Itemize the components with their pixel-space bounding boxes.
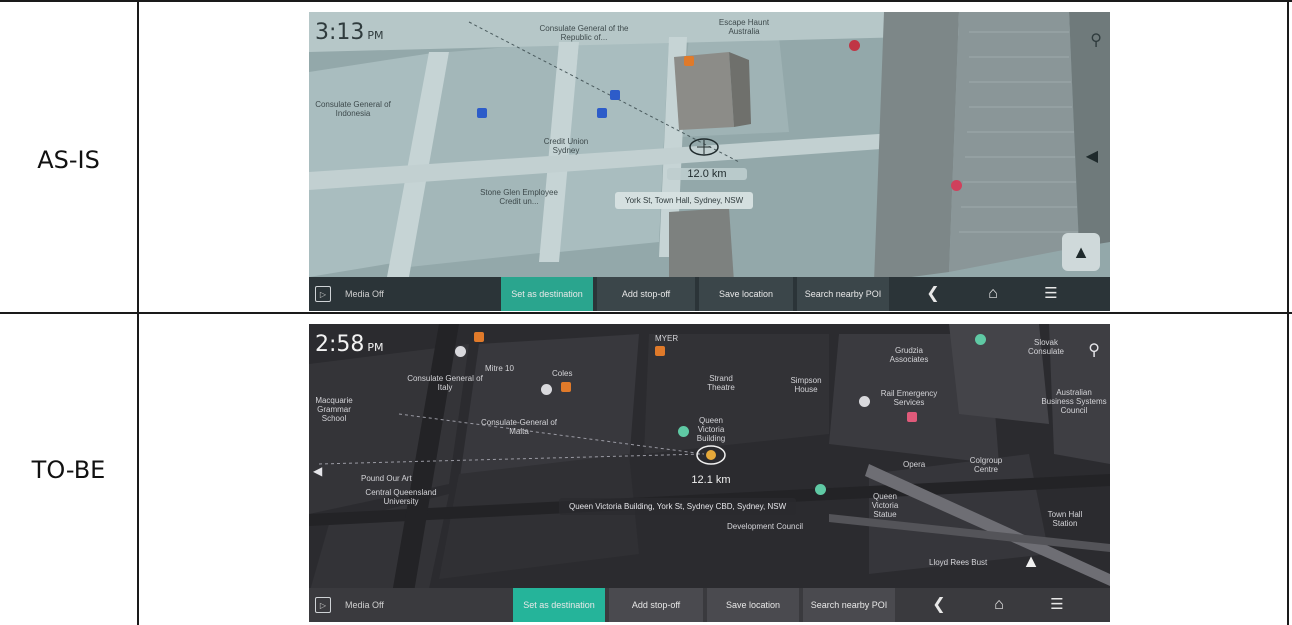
poi-label[interactable]: Pound Our Art <box>361 474 412 483</box>
poi-marker-icon[interactable] <box>655 346 665 356</box>
poi-marker-icon[interactable] <box>684 56 694 66</box>
set-destination-button[interactable]: Set as destination <box>513 588 605 622</box>
navigation-arrow-icon[interactable]: ▲ <box>1012 542 1050 580</box>
add-stop-off-button[interactable]: Add stop-off <box>597 277 695 311</box>
poi-label[interactable]: Lloyd Rees Bust <box>929 558 987 567</box>
media-control[interactable]: ▷ Media Off <box>309 597 513 613</box>
play-box-icon[interactable]: ▷ <box>315 597 331 613</box>
to-be-address-label[interactable]: Queen Victoria Building, York St, Sydney… <box>559 498 797 515</box>
poi-label[interactable]: Rail Emergency Services <box>869 389 949 407</box>
as-is-clock-time: 3:13 <box>315 20 365 45</box>
poi-marker-icon[interactable] <box>474 332 484 342</box>
poi-label[interactable]: Consulate-General of Malta <box>479 418 559 436</box>
search-icon[interactable]: ⚲ <box>1088 340 1100 360</box>
add-stop-off-button[interactable]: Add stop-off <box>609 588 703 622</box>
poi-marker-icon[interactable] <box>849 40 860 51</box>
home-icon[interactable]: ⌂ <box>963 277 1023 311</box>
poi-marker-icon[interactable] <box>561 382 571 392</box>
chevron-left-icon[interactable]: ❮ <box>909 588 969 622</box>
hamburger-menu-icon[interactable]: ☰ <box>1023 277 1079 311</box>
poi-label[interactable]: Consulate General of Indonesia <box>313 100 393 118</box>
parking-icon[interactable] <box>610 90 620 100</box>
to-be-clock-ampm: PM <box>367 341 384 354</box>
search-nearby-poi-button[interactable]: Search nearby POI <box>803 588 895 622</box>
media-label: Media Off <box>345 289 384 299</box>
as-is-address-pill[interactable]: York St, Town Hall, Sydney, NSW <box>615 192 754 209</box>
home-icon[interactable]: ⌂ <box>969 588 1029 622</box>
poi-marker-icon[interactable] <box>678 426 689 437</box>
poi-label[interactable]: Development Council <box>727 522 803 531</box>
poi-label[interactable]: MYER <box>655 334 678 343</box>
to-be-clock-time: 2:58 <box>315 332 365 357</box>
row-label-as-is: AS-IS <box>37 146 100 174</box>
poi-label[interactable]: Town Hall Station <box>1045 510 1085 528</box>
poi-label[interactable]: Stone Glen Employee Credit un... <box>469 188 569 206</box>
as-is-navigation-screen: 3:13 PM Consulate General of the Republic… <box>309 12 1110 311</box>
poi-label[interactable]: Simpson House <box>781 376 831 394</box>
search-nearby-poi-button[interactable]: Search nearby POI <box>797 277 889 311</box>
as-is-clock-ampm: PM <box>367 29 384 42</box>
navigation-arrow-icon[interactable]: ▲ <box>1062 233 1100 271</box>
parking-icon[interactable] <box>597 108 607 118</box>
table-border-top <box>0 0 1292 2</box>
play-box-icon[interactable]: ▷ <box>315 286 331 302</box>
poi-label[interactable]: Queen Victoria Building <box>689 416 733 443</box>
table-row-divider <box>0 312 1292 314</box>
poi-label[interactable]: Escape Haunt Australia <box>704 18 784 36</box>
to-be-bottom-bar: ▷ Media Off Set as destination Add stop-… <box>309 588 1110 622</box>
as-is-clock: 3:13 PM <box>315 20 384 45</box>
to-be-distance-label: 12.1 km <box>691 474 731 486</box>
media-label: Media Off <box>345 600 384 610</box>
poi-label[interactable]: Consulate General of Italy <box>405 374 485 392</box>
poi-label[interactable]: Grudzia Associates <box>879 346 939 364</box>
poi-label[interactable]: Queen Victoria Statue <box>865 492 905 519</box>
parking-icon[interactable] <box>477 108 487 118</box>
poi-label[interactable]: Australian Business Systems Council <box>1041 388 1107 415</box>
poi-marker-icon[interactable] <box>541 384 552 395</box>
poi-marker-icon[interactable] <box>455 346 466 357</box>
poi-label[interactable]: Mitre 10 <box>485 364 514 373</box>
poi-label[interactable]: Coles <box>552 369 572 378</box>
as-is-bottom-bar: ▷ Media Off Set as destination Add stop-… <box>309 277 1110 311</box>
row-label-to-be: TO-BE <box>31 456 106 484</box>
save-location-button[interactable]: Save location <box>699 277 793 311</box>
to-be-clock: 2:58 PM <box>315 332 384 357</box>
poi-label[interactable]: Opera <box>903 460 925 469</box>
poi-label[interactable]: Strand Theatre <box>701 374 741 392</box>
poi-marker-icon[interactable] <box>859 396 870 407</box>
poi-label[interactable]: Credit Union Sydney <box>531 137 601 155</box>
save-location-button[interactable]: Save location <box>707 588 799 622</box>
poi-label[interactable]: Macquarie Grammar School <box>309 396 359 423</box>
set-destination-button[interactable]: Set as destination <box>501 277 593 311</box>
as-is-distance-label: 12.0 km <box>667 168 747 180</box>
hamburger-menu-icon[interactable]: ☰ <box>1029 588 1085 622</box>
speaker-icon[interactable]: ◀ <box>313 464 322 478</box>
as-is-map-canvas[interactable] <box>309 12 1110 311</box>
speaker-icon[interactable]: ◀ <box>1086 146 1098 166</box>
poi-marker-icon[interactable] <box>975 334 986 345</box>
to-be-navigation-screen: 2:58 PM Consulate General of Italy Mitre … <box>309 324 1110 622</box>
poi-label[interactable]: Consulate General of the Republic of... <box>539 24 629 42</box>
poi-label[interactable]: Central Queensland University <box>361 488 441 506</box>
poi-marker-icon[interactable] <box>951 180 962 191</box>
media-control[interactable]: ▷ Media Off <box>309 286 501 302</box>
poi-marker-icon[interactable] <box>907 412 917 422</box>
poi-marker-icon[interactable] <box>815 484 826 495</box>
poi-label[interactable]: Slovak Consulate <box>1024 338 1068 356</box>
chevron-left-icon[interactable]: ❮ <box>903 277 963 311</box>
comparison-table: AS-IS TO-BE 3:13 PM Consulate General of… <box>0 0 1292 625</box>
search-icon[interactable]: ⚲ <box>1090 30 1102 50</box>
poi-label[interactable]: Colgroup Centre <box>964 456 1008 474</box>
